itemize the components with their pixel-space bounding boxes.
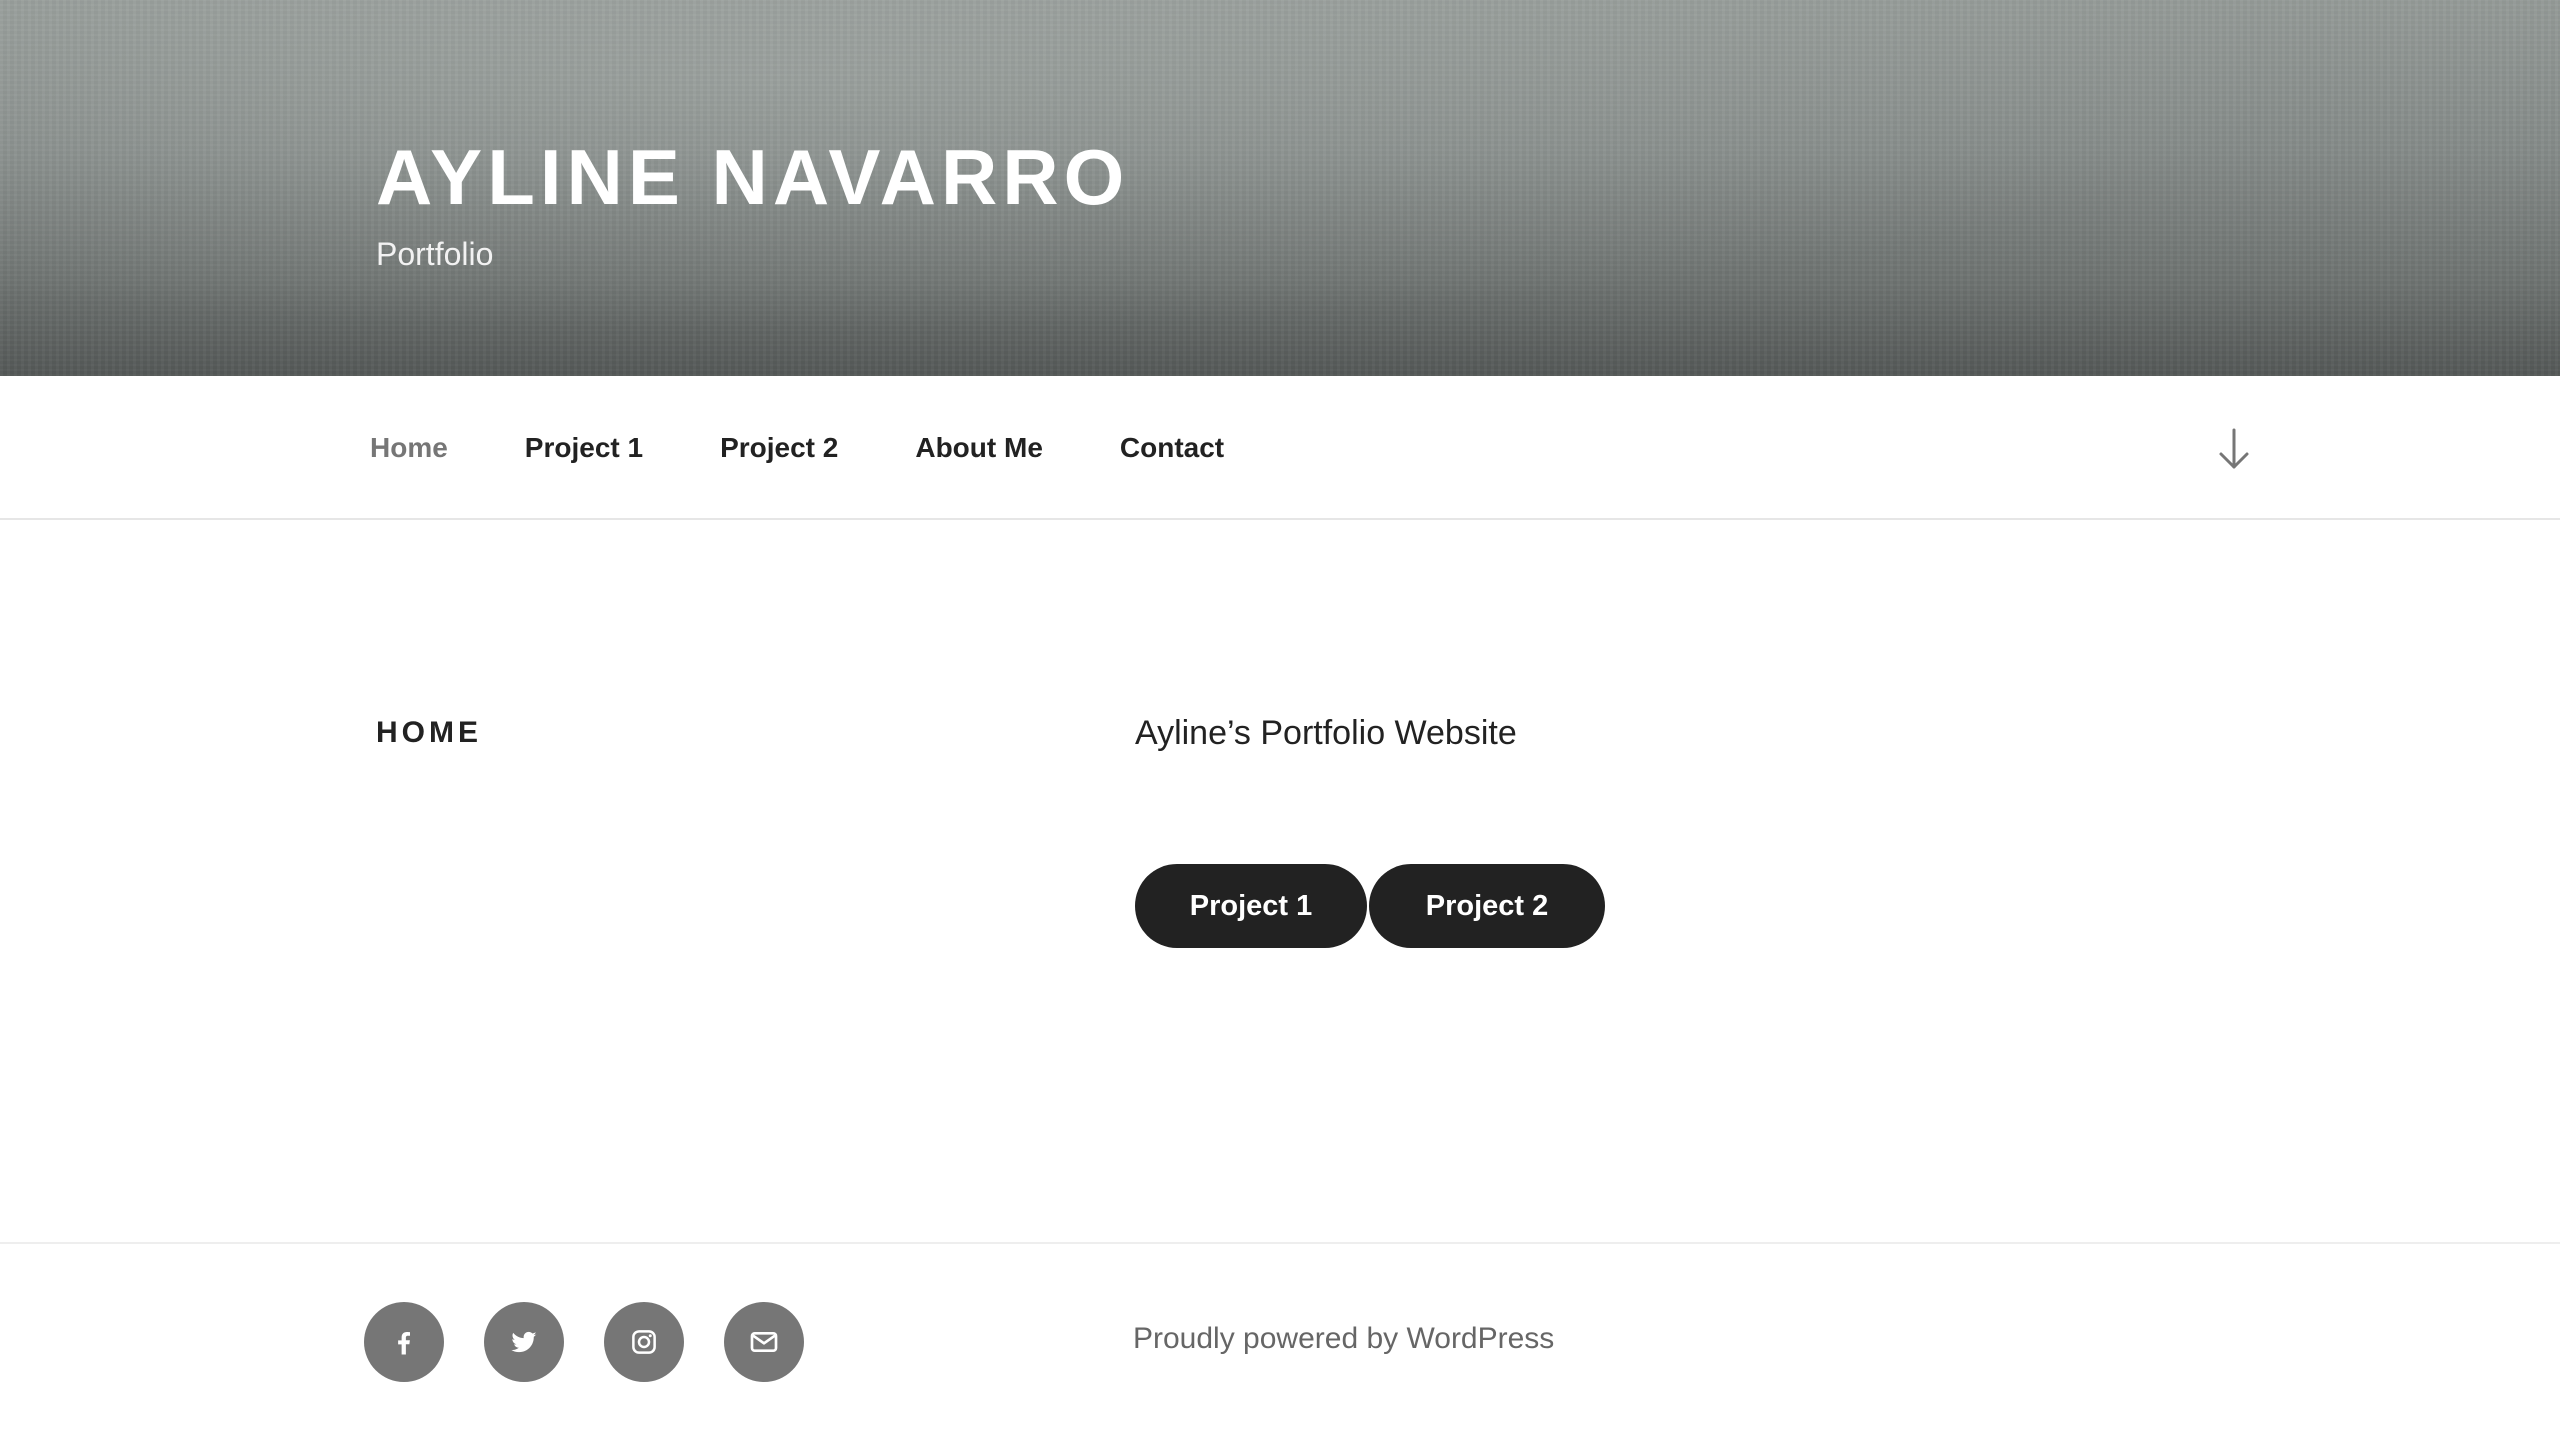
- page-title: HOME: [376, 716, 482, 749]
- project-2-button[interactable]: Project 2: [1369, 864, 1605, 948]
- twitter-link[interactable]: [484, 1302, 564, 1382]
- nav-item-about-me: About Me: [915, 432, 1043, 464]
- nav-link-contact[interactable]: Contact: [1120, 432, 1224, 463]
- site-description: Portfolio: [376, 236, 494, 272]
- instagram-icon: [632, 1330, 656, 1354]
- nav-link-project-2[interactable]: Project 2: [720, 432, 838, 463]
- email-icon: [750, 1332, 778, 1352]
- facebook-icon: [398, 1332, 410, 1355]
- button-group: Project 1 Project 2: [1135, 864, 1605, 948]
- facebook-link[interactable]: [364, 1302, 444, 1382]
- project-1-button[interactable]: Project 1: [1135, 864, 1367, 948]
- nav-item-contact: Contact: [1120, 432, 1224, 464]
- email-link[interactable]: [724, 1302, 804, 1382]
- social-links: [364, 1302, 804, 1382]
- powered-by-link[interactable]: Proudly powered by WordPress: [1133, 1322, 1554, 1356]
- arrow-down-icon: [2219, 428, 2249, 469]
- instagram-link[interactable]: [604, 1302, 684, 1382]
- site-header: AYLINE NAVARRO Portfolio: [0, 0, 2560, 376]
- site-title[interactable]: AYLINE NAVARRO: [376, 138, 1129, 216]
- nav-menu: Home Project 1 Project 2 About Me Contac…: [370, 376, 1301, 520]
- page-intro-text: Ayline’s Portfolio Website: [1135, 714, 1517, 752]
- scroll-down-button[interactable]: [2214, 426, 2254, 472]
- site-footer: Proudly powered by WordPress: [0, 1242, 2560, 1438]
- nav-link-project-1[interactable]: Project 1: [525, 432, 643, 463]
- nav-item-project-1: Project 1: [525, 432, 643, 464]
- nav-item-project-2: Project 2: [720, 432, 838, 464]
- twitter-icon: [511, 1331, 537, 1353]
- nav-link-home[interactable]: Home: [370, 432, 448, 463]
- main-navigation: Home Project 1 Project 2 About Me Contac…: [0, 376, 2560, 520]
- nav-link-about-me[interactable]: About Me: [915, 432, 1043, 463]
- nav-item-home: Home: [370, 432, 448, 464]
